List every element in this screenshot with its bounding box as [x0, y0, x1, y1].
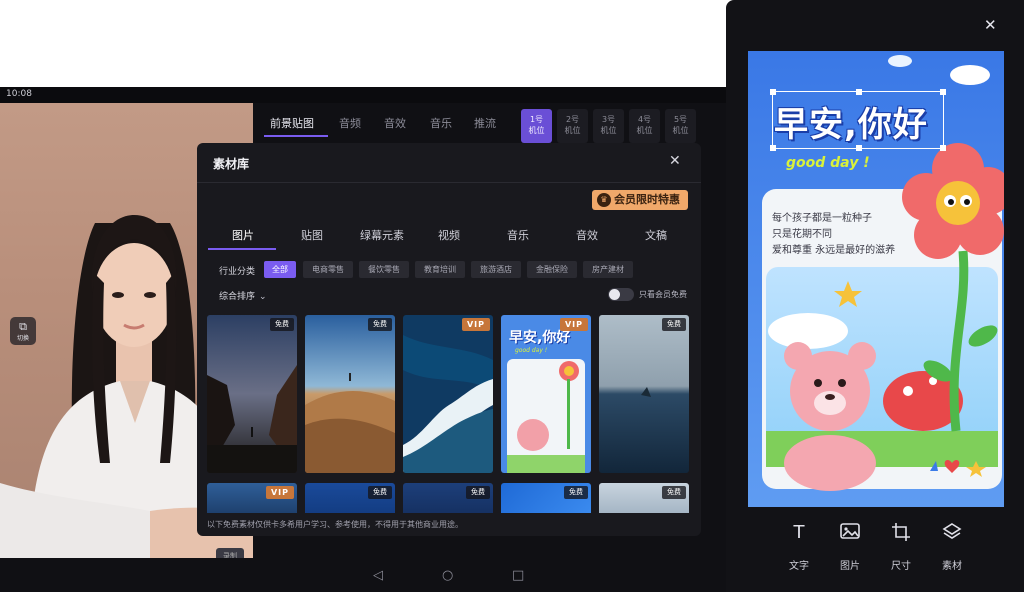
vip-promo-button[interactable]: ♛ 会员限时特惠 — [592, 190, 688, 210]
switch-icon: ⧉ — [19, 320, 27, 333]
sort-dropdown[interactable]: 综合排序 ⌄ — [219, 289, 267, 302]
camera-position-2[interactable]: 2号 机位 — [557, 109, 588, 143]
tab-stickers[interactable]: 贴图 — [301, 227, 323, 243]
camera-position-5[interactable]: 5号 机位 — [665, 109, 696, 143]
resize-handle[interactable] — [770, 89, 776, 95]
image-icon — [830, 522, 870, 546]
material-thumbnail[interactable]: 免费 — [403, 483, 493, 513]
recents-icon[interactable]: □ — [512, 568, 524, 583]
material-thumbnail[interactable]: 免费 — [501, 483, 591, 513]
home-icon[interactable]: ○ — [442, 568, 453, 583]
free-badge: 免费 — [270, 318, 294, 331]
tab-sound-effect[interactable]: 音效 — [384, 115, 406, 131]
dialog-title: 素材库 — [213, 157, 250, 171]
status-bar: 10:08 — [0, 87, 727, 103]
toggle-knob — [609, 289, 620, 300]
record-button[interactable]: 录制 — [216, 548, 244, 558]
tab-green-screen[interactable]: 绿幕元素 — [360, 227, 404, 243]
close-icon[interactable]: ✕ — [984, 16, 997, 34]
material-thumbnail[interactable]: VIP — [403, 315, 493, 473]
poster-subtitle[interactable]: good day ! — [786, 155, 870, 171]
text-icon: T — [793, 522, 805, 543]
screen-root: 10:08 ⧉ 切换 录制 前景贴图 音频 音效 音乐 推流 1号 机位 2号 … — [0, 0, 1024, 592]
thumbnail-image — [305, 315, 395, 473]
vip-free-only-label: 只看会员免费 — [639, 290, 687, 299]
crop-icon — [881, 522, 921, 546]
switch-camera-button[interactable]: ⧉ 切换 — [10, 317, 36, 345]
tab-images[interactable]: 图片 — [232, 227, 254, 243]
free-badge: 免费 — [466, 486, 490, 499]
thumb-poster-sub: good day ! — [515, 347, 548, 354]
material-grid: 免费 免费 VIP 早安,你好 good day ! VIP 免费 VIP 免费… — [207, 315, 693, 513]
material-thumbnail[interactable]: 免费 — [305, 315, 395, 473]
active-tab-indicator — [264, 135, 328, 137]
back-icon[interactable]: ◁ — [373, 568, 383, 583]
tool-size-button[interactable]: 尺寸 — [881, 522, 921, 572]
free-badge: 免费 — [662, 318, 686, 331]
vip-badge: VIP — [265, 486, 294, 499]
tool-text-button[interactable]: T 文字 — [779, 522, 819, 572]
free-badge: 免费 — [368, 486, 392, 499]
industry-filter-label: 行业分类 — [219, 267, 256, 277]
tab-stream[interactable]: 推流 — [474, 115, 496, 131]
free-badge: 免费 — [368, 318, 392, 331]
close-icon[interactable]: ✕ — [669, 153, 681, 169]
tab-foreground-sticker[interactable]: 前景贴图 — [270, 115, 314, 131]
material-thumbnail[interactable]: VIP — [207, 483, 297, 513]
poster-text-line[interactable]: 爱和尊重 永远是最好的滋养 — [772, 241, 895, 256]
material-thumbnail[interactable]: 早安,你好 good day ! VIP — [501, 315, 591, 473]
poster-title[interactable]: 早安,你好 — [774, 97, 928, 146]
poster-text-line[interactable]: 只是花期不同 — [772, 225, 832, 240]
editor-toolbar: T 文字 图片 尺寸 素材 — [726, 522, 1024, 582]
camera-position-4[interactable]: 4号 机位 — [629, 109, 660, 143]
free-badge: 免费 — [662, 486, 686, 499]
status-time: 10:08 — [6, 89, 32, 99]
tab-music[interactable]: 音乐 — [430, 115, 452, 131]
material-thumbnail[interactable]: 免费 — [305, 483, 395, 513]
layers-icon — [932, 522, 972, 546]
tab-audio[interactable]: 音频 — [339, 115, 361, 131]
tab-videos[interactable]: 视频 — [438, 227, 460, 243]
free-badge: 免费 — [564, 486, 588, 499]
industry-chip-realestate[interactable]: 房产建材 — [583, 261, 633, 278]
resize-handle[interactable] — [940, 89, 946, 95]
industry-chip-education[interactable]: 教育培训 — [415, 261, 465, 278]
system-nav-bar: ◁ ○ □ — [253, 558, 727, 592]
material-thumbnail[interactable]: 免费 — [599, 315, 689, 473]
tool-image-button[interactable]: 图片 — [830, 522, 870, 572]
vip-badge: VIP — [559, 318, 588, 331]
poster-canvas[interactable]: 早安,你好 good day ! 每个孩子都是一粒种子 只是花期不同 爱和尊重 … — [748, 51, 1004, 507]
industry-chip-finance[interactable]: 金融保险 — [527, 261, 577, 278]
resize-handle[interactable] — [940, 145, 946, 151]
camera-position-3[interactable]: 3号 机位 — [593, 109, 624, 143]
industry-chip-catering[interactable]: 餐饮零售 — [359, 261, 409, 278]
vip-badge: VIP — [461, 318, 490, 331]
resize-handle[interactable] — [856, 89, 862, 95]
material-library-dialog: 素材库 ✕ ♛ 会员限时特惠 图片 贴图 绿幕元素 视频 音乐 音效 文稿 行业… — [197, 143, 701, 536]
chevron-down-icon: ⌄ — [259, 292, 267, 302]
feature-tabs: 前景贴图 音频 音效 音乐 推流 1号 机位 2号 机位 3号 机位 4号 机位 — [253, 103, 727, 143]
thumbnail-image — [207, 315, 297, 473]
vip-free-only-toggle[interactable] — [608, 288, 634, 301]
industry-chip-ecommerce[interactable]: 电商零售 — [303, 261, 353, 278]
crown-icon: ♛ — [597, 193, 611, 207]
tab-music[interactable]: 音乐 — [507, 227, 529, 243]
material-thumbnail[interactable]: 免费 — [207, 315, 297, 473]
poster-text-line[interactable]: 每个孩子都是一粒种子 — [772, 209, 872, 224]
thumbnail-image — [599, 315, 689, 473]
tab-scripts[interactable]: 文稿 — [645, 227, 667, 243]
tab-sound-effects[interactable]: 音效 — [576, 227, 598, 243]
usage-disclaimer: 以下免费素材仅供卡多希用户学习、参考使用，不得用于其他商业用途。 — [207, 520, 463, 529]
industry-chip-all[interactable]: 全部 — [264, 261, 296, 278]
thumbnail-image — [403, 315, 493, 473]
camera-position-1[interactable]: 1号 机位 — [521, 109, 552, 143]
tool-material-button[interactable]: 素材 — [932, 522, 972, 572]
industry-chip-travel[interactable]: 旅游酒店 — [471, 261, 521, 278]
material-thumbnail[interactable]: 免费 — [599, 483, 689, 513]
active-category-indicator — [208, 248, 276, 250]
poster-preview-panel: ✕ 早安,你好 good day ! 每个孩子都是一粒种子 只是花期不同 爱和尊… — [726, 0, 1024, 592]
divider — [197, 182, 701, 183]
